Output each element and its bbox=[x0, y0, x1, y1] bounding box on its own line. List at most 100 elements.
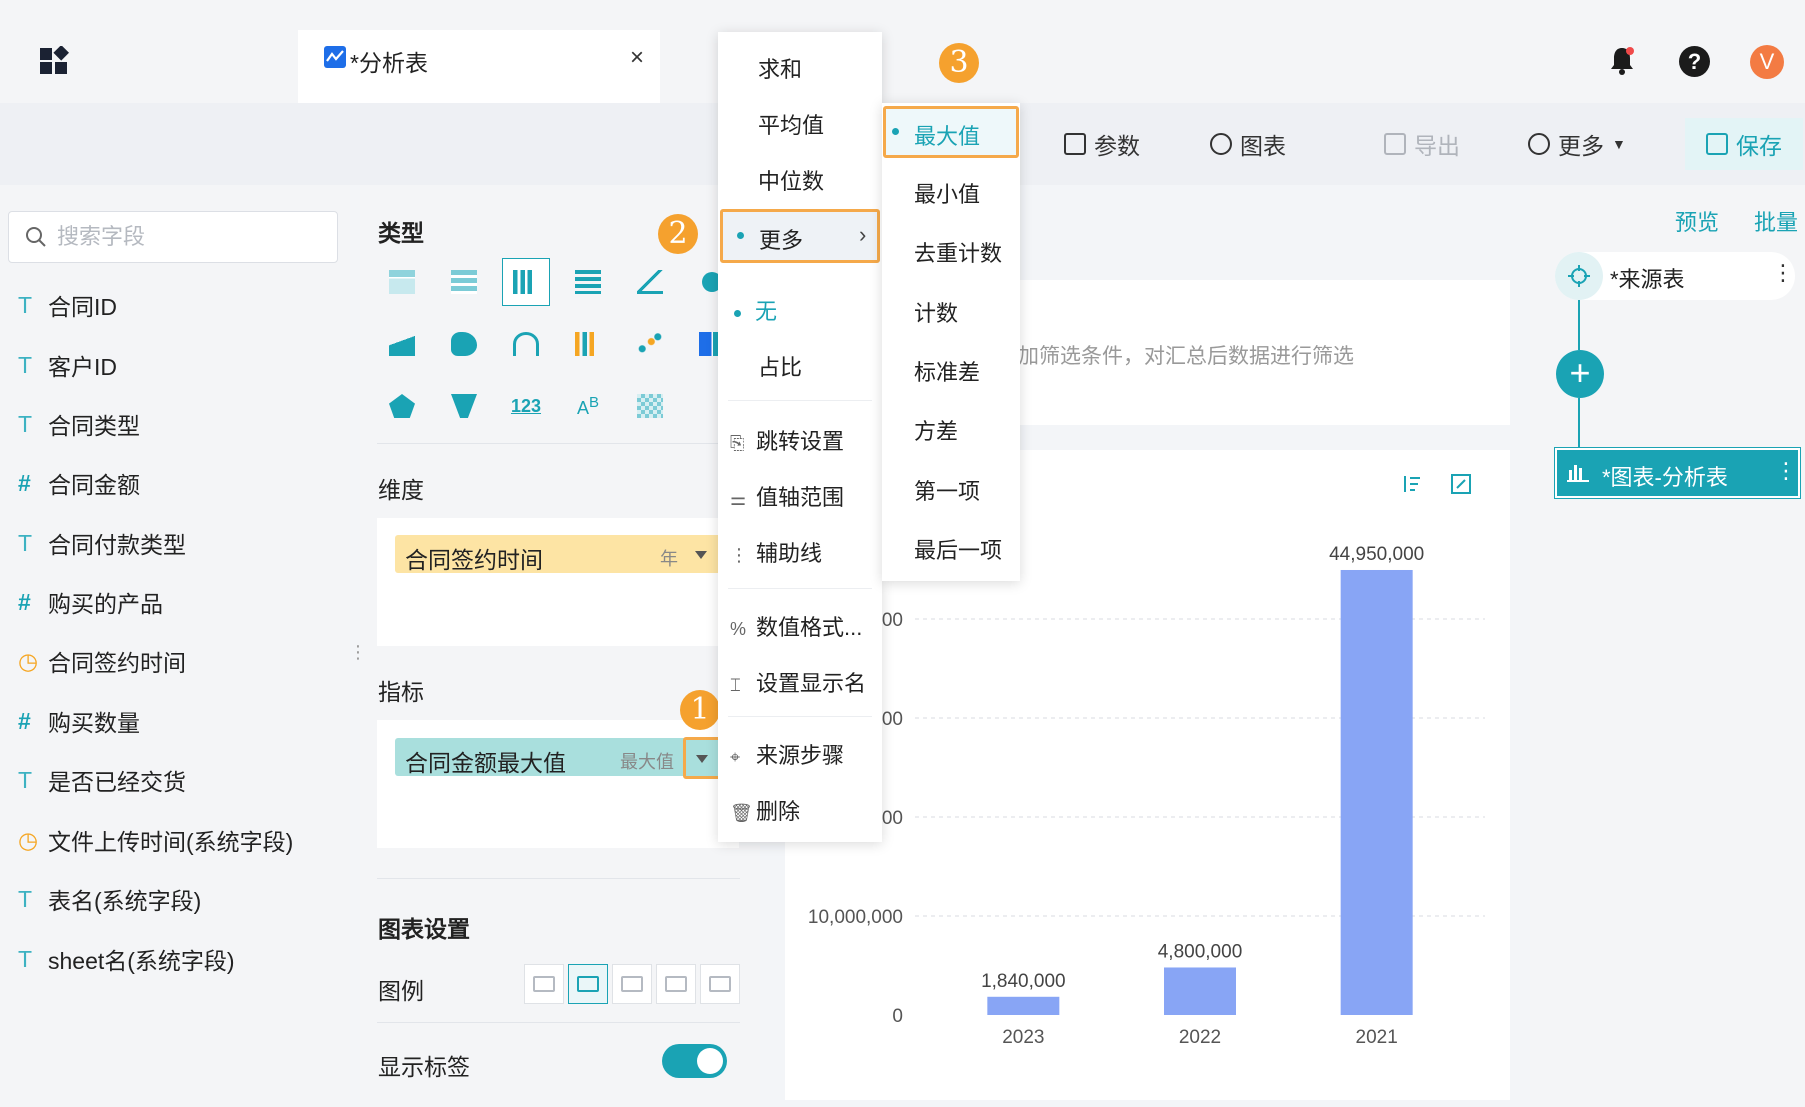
menu-item-more[interactable]: 更多 › bbox=[720, 209, 880, 263]
show-labels-label: 显示标签 bbox=[378, 1054, 470, 1080]
chart-type-radar[interactable] bbox=[378, 382, 426, 430]
user-avatar[interactable]: V bbox=[1750, 45, 1784, 79]
chart-type-word-cloud[interactable]: AB bbox=[564, 382, 612, 430]
field-item[interactable]: T 是否已经交货 bbox=[18, 760, 186, 800]
toggle-knob bbox=[697, 1048, 723, 1074]
menu-item-sum[interactable]: 求和 bbox=[718, 52, 882, 84]
legend-bottom-option[interactable] bbox=[656, 964, 696, 1004]
metric-dropdown-button[interactable] bbox=[683, 737, 721, 779]
submenu-item-last[interactable]: 最后一项 bbox=[882, 533, 1020, 565]
metric-pill[interactable]: 合同金额最大值 最大值 bbox=[395, 738, 725, 776]
field-label: 购买的产品 bbox=[48, 591, 163, 617]
more-menu-button[interactable]: 更多 ▼ bbox=[1528, 127, 1626, 161]
preview-link[interactable]: 预览 bbox=[1675, 205, 1719, 237]
bar bbox=[1164, 967, 1236, 1015]
source-node-more-icon[interactable]: ⋮ bbox=[1772, 260, 1794, 286]
show-labels-toggle[interactable] bbox=[662, 1044, 727, 1078]
params-button[interactable]: 参数 bbox=[1064, 127, 1140, 161]
search-input[interactable] bbox=[57, 224, 317, 250]
submenu-item-first[interactable]: 第一项 bbox=[882, 474, 1020, 506]
field-item[interactable]: # 购买数量 bbox=[18, 701, 140, 741]
chart-type-horizontal-bar[interactable] bbox=[564, 258, 612, 306]
chart-type-gauge[interactable] bbox=[502, 320, 550, 368]
menu-item-display-name[interactable]: ⌶ 设置显示名 bbox=[718, 666, 882, 698]
field-item[interactable]: # 购买的产品 bbox=[18, 582, 163, 622]
submenu-item-std-dev[interactable]: 标准差 bbox=[882, 355, 1020, 387]
batch-link[interactable]: 批量 bbox=[1754, 205, 1798, 237]
metric-title: 指标 bbox=[378, 679, 424, 705]
chart-type-area[interactable] bbox=[378, 320, 426, 368]
menu-item-ratio[interactable]: 占比 bbox=[718, 350, 882, 382]
field-item[interactable]: # 合同金额 bbox=[18, 463, 140, 503]
field-item[interactable]: ◷ 文件上传时间(系统字段) bbox=[18, 820, 293, 860]
submenu-item-distinct-count[interactable]: 去重计数 bbox=[882, 236, 1020, 268]
field-item[interactable]: Tsheet名(系统字段) bbox=[18, 939, 235, 979]
menu-item-number-format[interactable]: % 数值格式... bbox=[718, 610, 882, 642]
menu-item-none[interactable]: 无 bbox=[718, 294, 882, 326]
chart-label: 图表 bbox=[1240, 133, 1286, 159]
chart-type-map[interactable] bbox=[440, 320, 488, 368]
chart-type-crosstab[interactable] bbox=[440, 258, 488, 306]
divider bbox=[377, 443, 740, 444]
chart-type-stacked-bar[interactable] bbox=[564, 320, 612, 368]
dimension-pill[interactable]: 合同签约时间 年 bbox=[395, 535, 725, 573]
apps-grid-icon[interactable] bbox=[40, 46, 70, 76]
field-item[interactable]: T 合同ID bbox=[18, 285, 117, 325]
field-search[interactable] bbox=[8, 211, 338, 263]
legend-right-option[interactable] bbox=[700, 964, 740, 1004]
chart-node-more-icon[interactable]: ⋮ bbox=[1775, 458, 1797, 484]
submenu-item-max-label: 最大值 bbox=[914, 124, 981, 149]
menu-item-guide-line[interactable]: ⋮ 辅助线 bbox=[718, 536, 882, 568]
chart-settings-title: 图表设置 bbox=[378, 916, 470, 942]
text-type-icon: T bbox=[18, 351, 33, 378]
field-item[interactable]: T 合同类型 bbox=[18, 404, 140, 444]
menu-item-delete[interactable]: 🗑 删除 bbox=[718, 794, 882, 826]
divider bbox=[377, 878, 740, 879]
tab-close-button[interactable]: × bbox=[630, 44, 644, 72]
submenu-item-variance[interactable]: 方差 bbox=[882, 414, 1020, 446]
legend-none-option[interactable] bbox=[524, 964, 564, 1004]
menu-item-jump-settings[interactable]: ⎘ 跳转设置 bbox=[718, 424, 882, 456]
flow-panel bbox=[1530, 185, 1805, 1107]
link-icon: ⎘ bbox=[730, 433, 745, 453]
chart-type-heatmap[interactable] bbox=[626, 382, 674, 430]
field-item[interactable]: ◷ 合同签约时间 bbox=[18, 641, 186, 681]
chart-type-combo[interactable] bbox=[626, 258, 674, 306]
chart-type-table[interactable] bbox=[378, 258, 426, 306]
field-label: 文件上传时间(系统字段) bbox=[48, 829, 294, 855]
text-type-icon: T bbox=[18, 529, 33, 556]
flow-connector bbox=[1578, 300, 1580, 350]
menu-item-source-step[interactable]: ⌖ 来源步骤 bbox=[718, 738, 882, 770]
bar bbox=[1340, 569, 1413, 1015]
menu-item-average[interactable]: 平均值 bbox=[718, 108, 882, 140]
field-item[interactable]: T 合同付款类型 bbox=[18, 523, 186, 563]
notification-bell-icon[interactable] bbox=[1609, 46, 1635, 76]
help-icon[interactable]: ? bbox=[1679, 46, 1710, 77]
export-button[interactable]: 导出 bbox=[1384, 127, 1460, 161]
chart-type-scatter[interactable] bbox=[626, 320, 674, 368]
text-type-icon: T bbox=[18, 291, 33, 318]
menu-item-none-label: 无 bbox=[755, 299, 778, 324]
menu-item-median[interactable]: 中位数 bbox=[718, 164, 882, 196]
menu-item-axis-range[interactable]: ⚌ 值轴范围 bbox=[718, 480, 882, 512]
add-step-button[interactable]: + bbox=[1556, 350, 1604, 398]
add-chart-button[interactable]: 图表 bbox=[1210, 127, 1286, 161]
chart-type-bar[interactable] bbox=[502, 258, 550, 306]
chart-type-funnel[interactable] bbox=[440, 382, 488, 430]
submenu-item-max[interactable]: 最大值 bbox=[883, 106, 1019, 158]
chevron-down-icon bbox=[696, 755, 708, 763]
step-badge-3: 3 bbox=[939, 43, 979, 83]
field-item[interactable]: T 表名(系统字段) bbox=[18, 879, 201, 919]
save-button[interactable]: 保存 bbox=[1685, 118, 1803, 170]
dimension-dropdown-icon[interactable] bbox=[695, 551, 707, 559]
filter-hint: 加筛选条件，对汇总后数据进行筛选 bbox=[1018, 345, 1354, 368]
submenu-item-min[interactable]: 最小值 bbox=[882, 177, 1020, 209]
legend-top-option[interactable] bbox=[568, 964, 608, 1004]
chart-type-kpi[interactable]: 123 bbox=[502, 382, 550, 430]
submenu-item-count[interactable]: 计数 bbox=[882, 296, 1020, 328]
legend-label: 图例 bbox=[378, 978, 424, 1004]
target-icon: ⌖ bbox=[730, 747, 741, 767]
legend-left-option[interactable] bbox=[612, 964, 652, 1004]
field-item[interactable]: T 客户ID bbox=[18, 345, 117, 385]
field-label: 合同金额 bbox=[48, 472, 140, 498]
